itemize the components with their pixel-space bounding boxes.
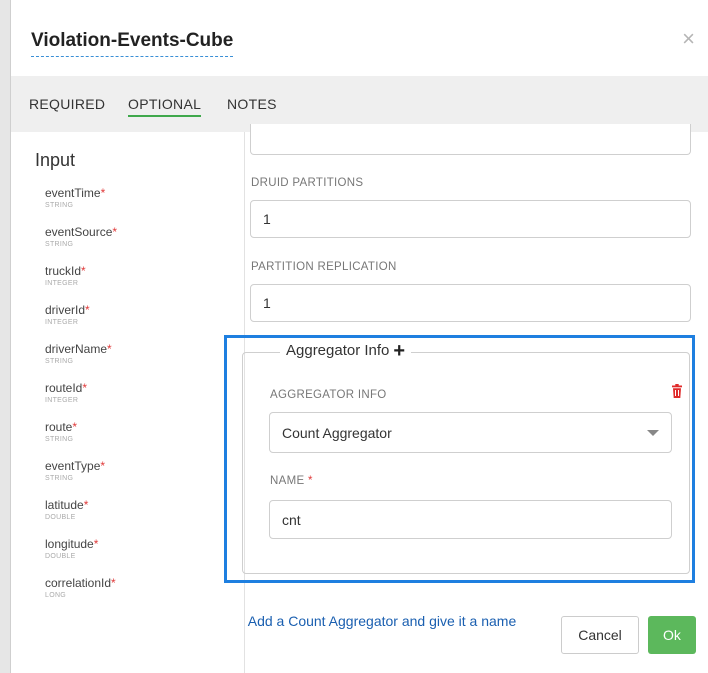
input-field-name: driverId* xyxy=(45,303,117,317)
input-field-label: eventType xyxy=(45,459,101,473)
input-field-label: driverId xyxy=(45,303,86,317)
previous-field-input[interactable] xyxy=(250,124,691,155)
input-field-type: INTEGER xyxy=(45,319,79,326)
aggregator-type-select[interactable]: Count Aggregator xyxy=(269,412,672,453)
input-field-type: STRING xyxy=(45,202,74,209)
input-field-type: LONG xyxy=(45,592,67,599)
aggregator-name-label-text: NAME xyxy=(270,475,305,487)
input-field-label: latitude xyxy=(45,498,84,512)
input-field-type: INTEGER xyxy=(45,280,79,287)
annotation-hint: Add a Count Aggregator and give it a nam… xyxy=(247,613,517,629)
input-field-name: latitude* xyxy=(45,498,117,512)
modal-backdrop xyxy=(0,0,10,673)
input-field-item: longitude* DOUBLE xyxy=(45,537,117,576)
input-field-name: truckId* xyxy=(45,264,117,278)
modal-header: Violation-Events-Cube × xyxy=(11,0,708,76)
partition-replication-input[interactable]: 1 xyxy=(250,284,691,322)
required-mark: * xyxy=(100,186,106,200)
tab-optional[interactable]: OPTIONAL xyxy=(128,96,202,117)
aggregator-name-label: NAME * xyxy=(270,475,313,487)
input-field-name: longitude* xyxy=(45,537,117,551)
input-field-type: STRING xyxy=(45,358,74,365)
tab-notes[interactable]: NOTES xyxy=(227,96,277,112)
close-icon[interactable]: × xyxy=(682,28,695,50)
input-field-list: eventTime* STRING eventSource* STRING truckI… xyxy=(45,186,117,615)
input-field-type: DOUBLE xyxy=(45,514,76,521)
required-mark: * xyxy=(107,342,112,356)
required-mark: * xyxy=(85,303,90,317)
druid-partitions-input[interactable]: 1 xyxy=(250,200,691,238)
required-mark: * xyxy=(82,381,88,395)
input-schema-panel: Input eventTime* STRING eventSource* STRING… xyxy=(11,132,245,673)
input-panel-title: Input xyxy=(35,150,76,170)
input-field-item: eventTime* STRING xyxy=(45,186,117,225)
aggregator-selected-value: Count Aggregator xyxy=(282,424,392,441)
required-mark: * xyxy=(307,475,313,487)
druid-partitions-label: DRUID PARTITIONS xyxy=(251,177,364,189)
input-field-type: DOUBLE xyxy=(45,553,76,560)
input-field-item: correlationId* LONG xyxy=(45,576,117,615)
input-field-name: eventType* xyxy=(45,459,117,473)
input-field-label: correlationId xyxy=(45,576,112,590)
input-field-name: correlationId* xyxy=(45,576,117,590)
required-mark: * xyxy=(100,459,106,473)
input-field-label: truckId xyxy=(45,264,82,278)
input-field-type: STRING xyxy=(45,475,74,482)
input-field-label: driverName xyxy=(45,342,108,356)
input-field-name: driverName* xyxy=(45,342,117,356)
partition-replication-label: PARTITION REPLICATION xyxy=(251,261,397,273)
input-field-type: STRING xyxy=(45,436,74,443)
input-field-name: eventTime* xyxy=(45,186,117,200)
input-field-label: eventTime xyxy=(45,186,101,200)
input-field-item: latitude* DOUBLE xyxy=(45,498,117,537)
aggregator-name-input[interactable]: cnt xyxy=(269,500,672,539)
modal-title[interactable]: Violation-Events-Cube xyxy=(31,30,234,57)
input-field-item: routeId* INTEGER xyxy=(45,381,117,420)
input-field-label: eventSource xyxy=(45,225,113,239)
input-field-item: eventSource* STRING xyxy=(45,225,117,264)
input-field-name: routeId* xyxy=(45,381,117,395)
required-mark: * xyxy=(111,576,116,590)
chevron-down-icon xyxy=(647,430,659,436)
required-mark: * xyxy=(83,498,89,512)
input-field-item: eventType* STRING xyxy=(45,459,117,498)
aggregator-legend-label: Aggregator Info xyxy=(286,342,390,359)
input-field-item: driverId* INTEGER xyxy=(45,303,117,342)
ok-button[interactable]: Ok xyxy=(648,616,696,654)
tab-required[interactable]: REQUIRED xyxy=(29,96,105,112)
input-field-item: truckId* INTEGER xyxy=(45,264,117,303)
input-field-label: routeId xyxy=(45,381,83,395)
aggregator-info-label: AGGREGATOR INFO xyxy=(270,389,387,401)
input-field-name: eventSource* xyxy=(45,225,117,239)
input-field-label: route xyxy=(45,420,73,434)
plus-icon[interactable]: + xyxy=(393,341,405,361)
input-field-label: longitude xyxy=(45,537,94,551)
input-field-type: STRING xyxy=(45,241,74,248)
aggregator-legend: Aggregator Info + xyxy=(280,341,412,361)
required-mark: * xyxy=(93,537,99,551)
aggregator-fieldset xyxy=(242,352,690,574)
trash-icon[interactable] xyxy=(672,384,682,398)
required-mark: * xyxy=(81,264,86,278)
input-field-item: route* STRING xyxy=(45,420,117,459)
required-mark: * xyxy=(112,225,118,239)
cancel-button[interactable]: Cancel xyxy=(561,616,639,654)
input-field-name: route* xyxy=(45,420,117,434)
input-field-item: driverName* STRING xyxy=(45,342,117,381)
required-mark: * xyxy=(72,420,78,434)
input-field-type: INTEGER xyxy=(45,397,79,404)
